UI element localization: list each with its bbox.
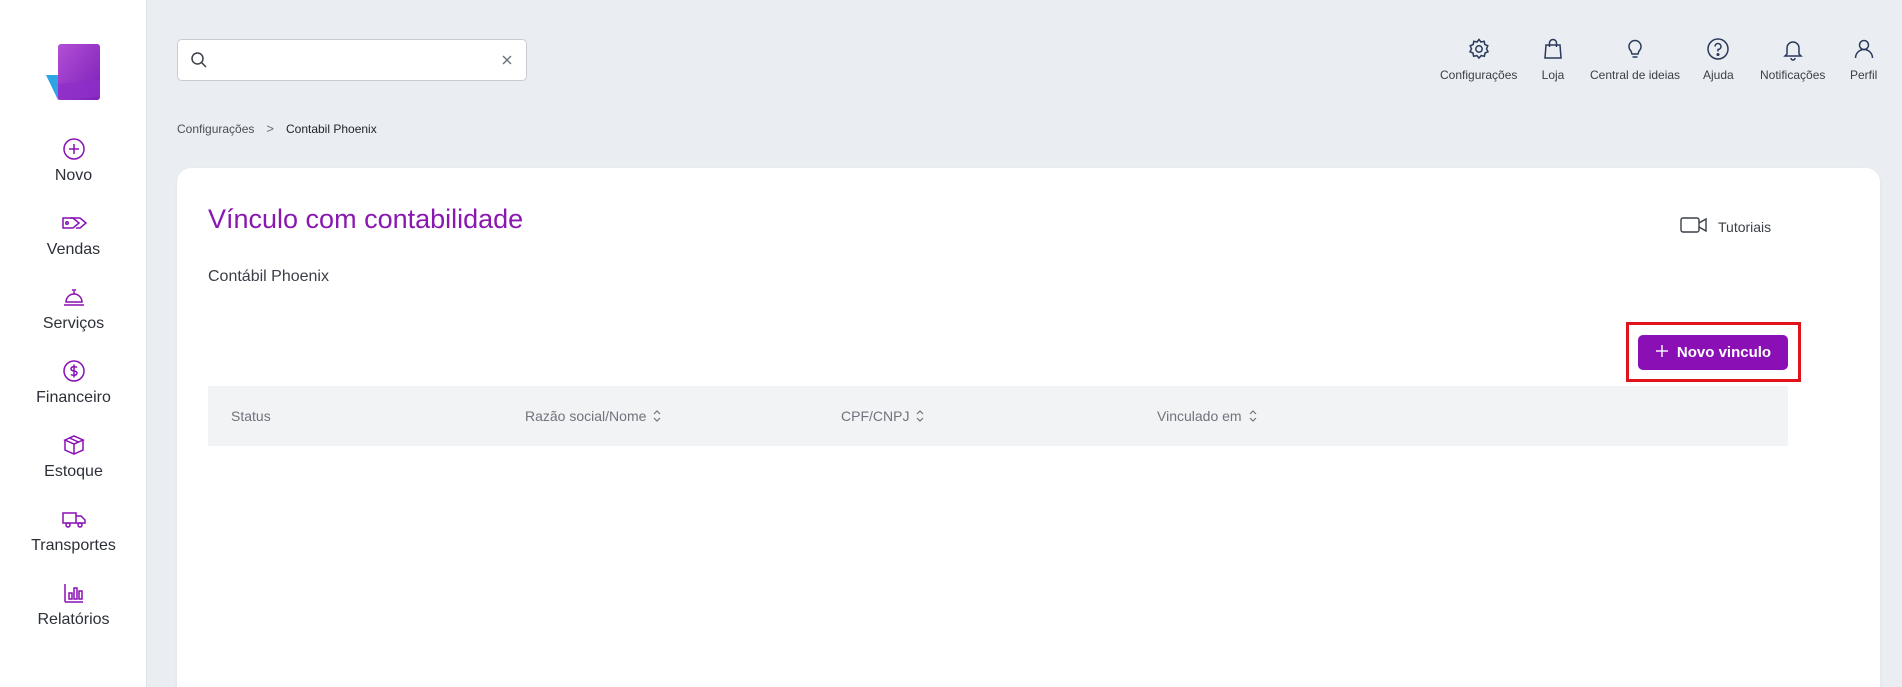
top-action-label: Perfil	[1850, 68, 1878, 82]
search-icon	[190, 51, 208, 69]
top-action-ajuda[interactable]: Ajuda	[1703, 36, 1734, 82]
tags-icon	[61, 210, 87, 236]
user-icon	[1851, 36, 1877, 62]
dollar-circle-icon	[61, 358, 87, 384]
shopping-bag-icon	[1540, 36, 1566, 62]
table-header: Status Razão social/Nome CPF/CNPJ Vincul…	[208, 386, 1788, 446]
sidebar-item-label: Relatórios	[37, 611, 110, 628]
lightbulb-icon	[1622, 36, 1648, 62]
column-header-label: Vinculado em	[1157, 408, 1242, 424]
sort-icon	[1248, 409, 1258, 423]
sidebar-item-novo[interactable]: Novo	[0, 136, 147, 185]
close-icon[interactable]	[500, 53, 514, 67]
column-header-cpf-cnpj[interactable]: CPF/CNPJ	[841, 408, 925, 424]
search-box	[177, 39, 527, 81]
top-action-perfil[interactable]: Perfil	[1850, 36, 1877, 82]
top-action-central-de-ideias[interactable]: Central de ideias	[1590, 36, 1680, 82]
sort-icon	[915, 409, 925, 423]
sidebar-item-relatorios[interactable]: Relatórios	[0, 580, 147, 629]
new-link-button[interactable]: Novo vinculo	[1638, 335, 1788, 370]
sidebar-item-transportes[interactable]: Transportes	[0, 506, 147, 555]
truck-icon	[61, 506, 87, 532]
sidebar-item-servicos[interactable]: Serviços	[0, 284, 147, 333]
tutorials-label: Tutoriais	[1718, 218, 1772, 235]
sidebar: Novo Vendas Serviços Financeiro Estoque …	[0, 0, 147, 687]
chevron-right-icon: >	[266, 121, 274, 136]
sidebar-item-estoque[interactable]: Estoque	[0, 432, 147, 481]
sidebar-item-vendas[interactable]: Vendas	[0, 210, 147, 259]
box-icon	[61, 432, 87, 458]
column-header-status: Status	[231, 408, 271, 424]
new-link-button-label: Novo vinculo	[1676, 344, 1772, 361]
sidebar-item-label: Financeiro	[36, 389, 111, 406]
page-title: Vínculo com contabilidade	[208, 204, 524, 234]
gear-icon	[1466, 36, 1492, 62]
top-action-label: Configurações	[1440, 68, 1518, 82]
tutorials-link[interactable]: Tutoriais	[1680, 216, 1771, 237]
video-camera-icon	[1680, 216, 1708, 237]
app-logo[interactable]	[44, 42, 102, 100]
top-action-label: Loja	[1541, 68, 1565, 82]
sidebar-item-label: Novo	[54, 167, 93, 184]
sidebar-item-label: Vendas	[46, 241, 101, 258]
breadcrumb-current: Contabil Phoenix	[285, 121, 377, 136]
plus-icon	[1655, 344, 1669, 362]
top-action-label: Ajuda	[1703, 68, 1734, 82]
sidebar-item-label: Estoque	[44, 463, 103, 480]
company-name: Contábil Phoenix	[208, 268, 329, 285]
column-header-vinculado-em[interactable]: Vinculado em	[1157, 408, 1258, 424]
breadcrumb: Configurações > Contabil Phoenix	[177, 121, 377, 136]
plus-circle-icon	[61, 136, 87, 162]
sort-icon	[652, 409, 662, 423]
bar-chart-icon	[61, 580, 87, 606]
search-input[interactable]	[216, 52, 500, 68]
breadcrumb-link-configuracoes[interactable]: Configurações	[177, 122, 254, 136]
column-header-label: CPF/CNPJ	[841, 408, 910, 424]
top-action-notificacoes[interactable]: Notificações	[1760, 36, 1825, 82]
top-action-loja[interactable]: Loja	[1540, 36, 1566, 82]
bell-icon	[1780, 36, 1806, 62]
service-bell-icon	[61, 284, 87, 310]
top-action-configuracoes[interactable]: Configurações	[1440, 36, 1517, 82]
column-header-label: Razão social/Nome	[525, 408, 647, 424]
column-header-label: Status	[231, 408, 271, 424]
sidebar-item-financeiro[interactable]: Financeiro	[0, 358, 147, 407]
sidebar-item-label: Transportes	[31, 537, 116, 554]
top-action-label: Notificações	[1760, 68, 1826, 82]
main-card: Vínculo com contabilidade Tutoriais Cont…	[177, 168, 1880, 687]
top-action-label: Central de ideias	[1590, 68, 1681, 82]
column-header-razao-social[interactable]: Razão social/Nome	[525, 408, 662, 424]
help-circle-icon	[1705, 36, 1731, 62]
sidebar-item-label: Serviços	[42, 315, 105, 332]
